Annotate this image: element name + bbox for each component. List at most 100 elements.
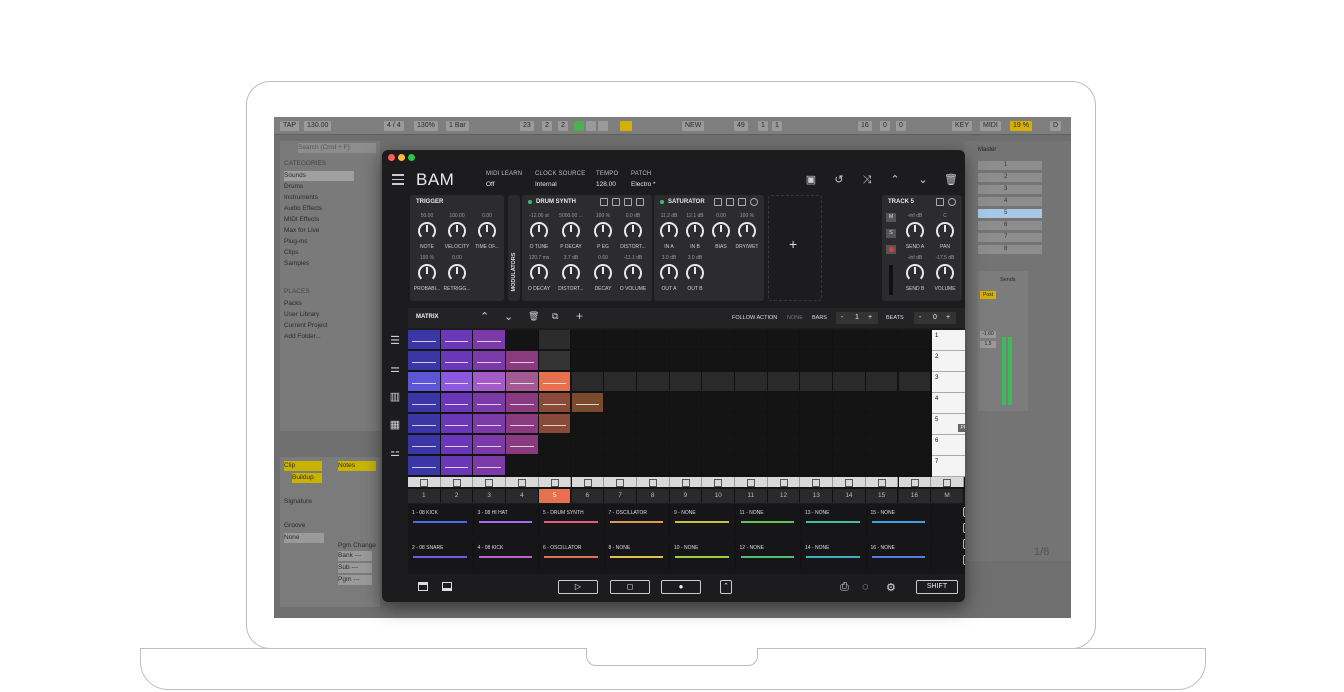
matrix-cell[interactable] bbox=[538, 372, 572, 392]
matrix-cell[interactable] bbox=[538, 414, 572, 434]
matrix-cell[interactable] bbox=[865, 330, 899, 350]
beats-increment[interactable]: + bbox=[946, 312, 950, 324]
arrangement-record-icon[interactable] bbox=[620, 121, 632, 131]
track-slot[interactable]: 3 - 08 HI HAT bbox=[474, 506, 539, 534]
matrix-cell[interactable] bbox=[440, 393, 474, 413]
matrix-cell[interactable] bbox=[473, 351, 507, 371]
knob-dial[interactable] bbox=[712, 222, 730, 240]
saturator-save-icon[interactable] bbox=[714, 198, 722, 206]
matrix-cell[interactable] bbox=[898, 351, 932, 371]
matrix-cell[interactable] bbox=[408, 456, 441, 476]
matrix-cell[interactable] bbox=[767, 456, 801, 476]
matrix-duplicate-icon[interactable]: ⧉ bbox=[552, 311, 558, 322]
track-slot[interactable]: 6 - OSCILLATOR bbox=[539, 541, 605, 569]
saturator-power-toggle-icon[interactable] bbox=[750, 198, 758, 206]
stop-clip-slot[interactable] bbox=[440, 477, 474, 487]
category-midi-effects[interactable]: MIDI Effects bbox=[284, 215, 319, 225]
column-12[interactable]: 12 bbox=[767, 489, 801, 503]
matrix-cell[interactable] bbox=[506, 351, 539, 371]
track-slot[interactable]: 1 - 08 KICK bbox=[408, 506, 474, 534]
drum-synth-save-icon[interactable] bbox=[600, 198, 608, 206]
loop-length-beat[interactable]: 0 bbox=[880, 121, 890, 131]
matrix-cell[interactable] bbox=[800, 414, 834, 434]
place-user-library[interactable]: User Library bbox=[284, 310, 319, 320]
master-scene-6[interactable]: 6 bbox=[978, 221, 1042, 230]
bottom-layout-icon[interactable] bbox=[442, 582, 452, 591]
matrix-cell[interactable] bbox=[571, 372, 605, 392]
matrix-cell[interactable] bbox=[865, 393, 899, 413]
stop-clip-slot[interactable] bbox=[538, 477, 572, 487]
matrix-cell[interactable] bbox=[538, 351, 572, 371]
grid-icon[interactable]: ▦ bbox=[388, 418, 402, 432]
master-scene-5[interactable]: 5 bbox=[978, 209, 1042, 218]
column-9[interactable]: 9 bbox=[669, 489, 703, 503]
knob-dial[interactable] bbox=[906, 222, 924, 240]
matrix-cell[interactable] bbox=[702, 435, 735, 455]
midi-file-icon[interactable]: ⎙ bbox=[840, 581, 849, 594]
matrix-cell[interactable] bbox=[735, 435, 768, 455]
loop-start-beat[interactable]: 1 bbox=[758, 121, 768, 131]
save-icon[interactable]: ▣ bbox=[804, 174, 818, 186]
notes-tab[interactable]: Notes bbox=[338, 461, 376, 471]
bars-increment[interactable]: + bbox=[868, 312, 872, 324]
stop-clip-slot[interactable] bbox=[931, 477, 964, 487]
stop-clip-slot[interactable] bbox=[408, 477, 441, 487]
track-slot[interactable]: 15 - NONE bbox=[867, 506, 932, 534]
chevron-down-icon[interactable]: ⌄ bbox=[916, 174, 930, 186]
column-M[interactable]: M bbox=[931, 489, 964, 503]
position-sixteenth[interactable]: 2 bbox=[558, 121, 568, 131]
matrix-cell[interactable] bbox=[473, 435, 507, 455]
undo-icon[interactable]: ↺ bbox=[832, 174, 846, 186]
tempo-field[interactable]: 130.00 bbox=[304, 121, 332, 131]
matrix-cell[interactable] bbox=[735, 414, 768, 434]
column-8[interactable]: 8 bbox=[636, 489, 670, 503]
matrix-cell[interactable] bbox=[669, 351, 703, 371]
matrix-cell[interactable] bbox=[506, 414, 539, 434]
quantize-select[interactable]: 1 Bar bbox=[446, 121, 469, 131]
loop-start[interactable]: 49 bbox=[734, 121, 748, 131]
column-7[interactable]: 7 bbox=[604, 489, 637, 503]
beats-decrement[interactable]: - bbox=[919, 312, 921, 324]
stop-clip-slot[interactable] bbox=[702, 477, 735, 487]
stop-clip-slot[interactable] bbox=[636, 477, 670, 487]
matrix-cell[interactable] bbox=[767, 330, 801, 350]
matrix-cell[interactable] bbox=[538, 393, 572, 413]
matrix-cell[interactable] bbox=[636, 351, 670, 371]
record-icon[interactable] bbox=[598, 121, 608, 131]
matrix-cell[interactable] bbox=[735, 456, 768, 476]
column-5[interactable]: 5 bbox=[538, 489, 572, 503]
matrix-cell[interactable] bbox=[669, 393, 703, 413]
master-scene-7[interactable]: 7 bbox=[978, 233, 1042, 242]
matrix-cell[interactable] bbox=[669, 330, 703, 350]
matrix-cell[interactable] bbox=[473, 393, 507, 413]
scene-launch-3[interactable]: 3 bbox=[932, 372, 965, 393]
matrix-cell[interactable] bbox=[473, 372, 507, 392]
matrix-down-icon[interactable]: ⌄ bbox=[504, 310, 513, 323]
matrix-cell[interactable] bbox=[636, 330, 670, 350]
track-slot[interactable]: 12 - NONE bbox=[736, 541, 801, 569]
drum-synth-menu-icon[interactable] bbox=[636, 198, 644, 206]
midi-learn-value[interactable]: Off bbox=[486, 181, 495, 188]
browser-search-input[interactable]: Search (Cmd + F) bbox=[298, 143, 376, 153]
stop-clip-slot[interactable] bbox=[604, 477, 637, 487]
column-1[interactable]: 1 bbox=[408, 489, 441, 503]
knob-dial[interactable] bbox=[594, 264, 612, 282]
drum-synth-power-icon[interactable] bbox=[528, 200, 532, 204]
knob-dial[interactable] bbox=[906, 264, 924, 282]
matrix-cell[interactable] bbox=[408, 414, 441, 434]
track-slot[interactable]: 5 - DRUM SYNTH bbox=[539, 506, 605, 534]
clip-tab[interactable]: Clip bbox=[284, 461, 322, 471]
matrix-cell[interactable] bbox=[571, 393, 605, 413]
place-packs[interactable]: Packs bbox=[284, 299, 302, 309]
master-scene-4[interactable]: 4 bbox=[978, 197, 1042, 206]
matrix-cell[interactable] bbox=[833, 372, 866, 392]
column-11[interactable]: 11 bbox=[735, 489, 768, 503]
matrix-cell[interactable] bbox=[571, 435, 605, 455]
track-slot[interactable]: 4 - 08 KICK bbox=[474, 541, 539, 569]
matrix-cell[interactable] bbox=[702, 414, 735, 434]
zoom-window-icon[interactable] bbox=[408, 154, 415, 161]
knob-dial[interactable] bbox=[936, 264, 954, 282]
hamburger-menu-icon[interactable] bbox=[392, 174, 404, 185]
matrix-cell[interactable] bbox=[898, 393, 932, 413]
category-samples[interactable]: Samples bbox=[284, 259, 309, 269]
